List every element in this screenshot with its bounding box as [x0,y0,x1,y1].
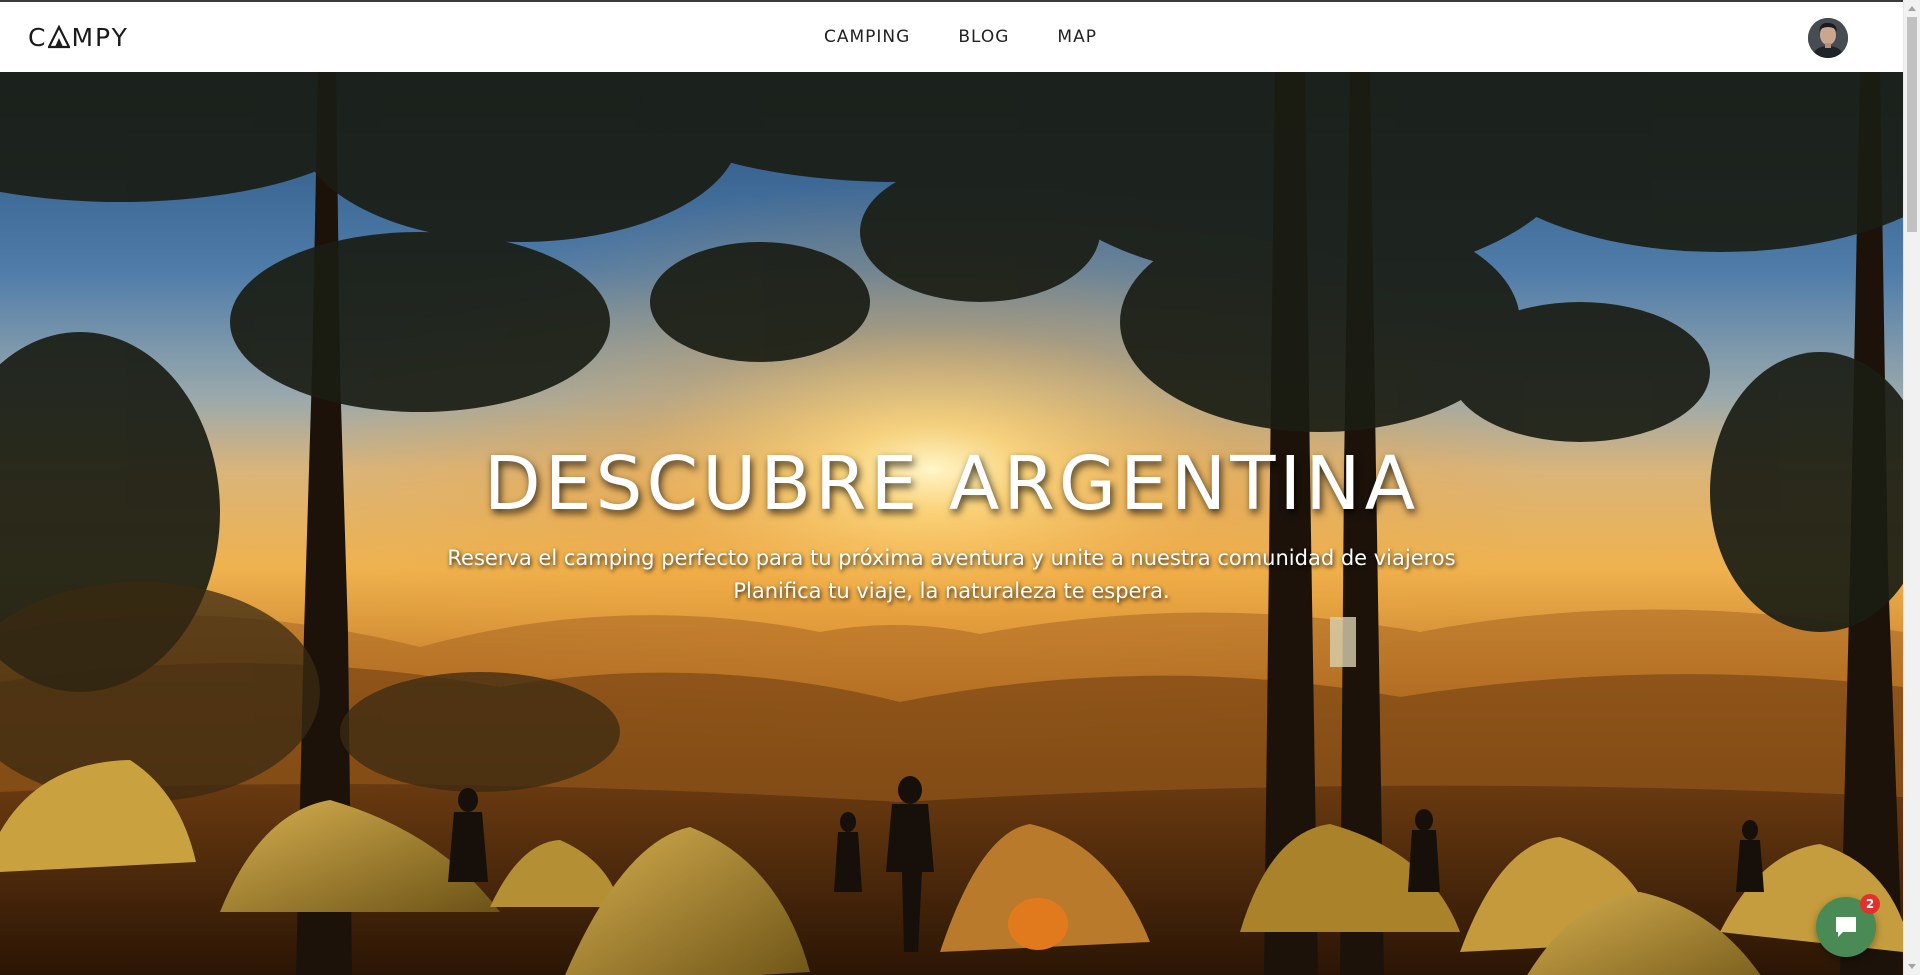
hero-title: DESCUBRE ARGENTINA [483,441,1420,527]
chat-notification-badge: 2 [1860,894,1880,914]
logo-letters-mpy: MPY [71,22,129,52]
hero-subtitle: Reserva el camping perfecto para tu próx… [0,542,1903,608]
scroll-up-arrow-icon[interactable] [1908,6,1916,11]
chat-bubble-icon [1836,917,1856,937]
main-nav: CAMPING BLOG MAP [800,2,1121,72]
scroll-down-arrow-icon[interactable] [1908,964,1916,969]
navbar: C MPY CAMPING BLOG MAP [0,2,1903,72]
hero-subtitle-line-2: Planifica tu viaje, la naturaleza te esp… [733,579,1170,603]
nav-blog[interactable]: BLOG [958,27,1009,47]
avatar-portrait-icon [1808,18,1848,58]
page-scrollbar[interactable] [1903,0,1920,975]
scroll-thumb[interactable] [1907,17,1917,232]
tent-triangle-icon [48,25,71,49]
logo-link[interactable]: C MPY [28,22,129,52]
hero-section: DESCUBRE ARGENTINA Reserva el camping pe… [0,72,1903,975]
logo-letter-c: C [28,22,48,52]
user-avatar[interactable] [1808,18,1848,58]
nav-map[interactable]: MAP [1057,27,1097,47]
page: C MPY CAMPING BLOG MAP DESCUBRE ARGENTIN… [0,0,1920,975]
hero-subtitle-line-1: Reserva el camping perfecto para tu próx… [447,546,1456,570]
nav-camping[interactable]: CAMPING [824,27,910,47]
